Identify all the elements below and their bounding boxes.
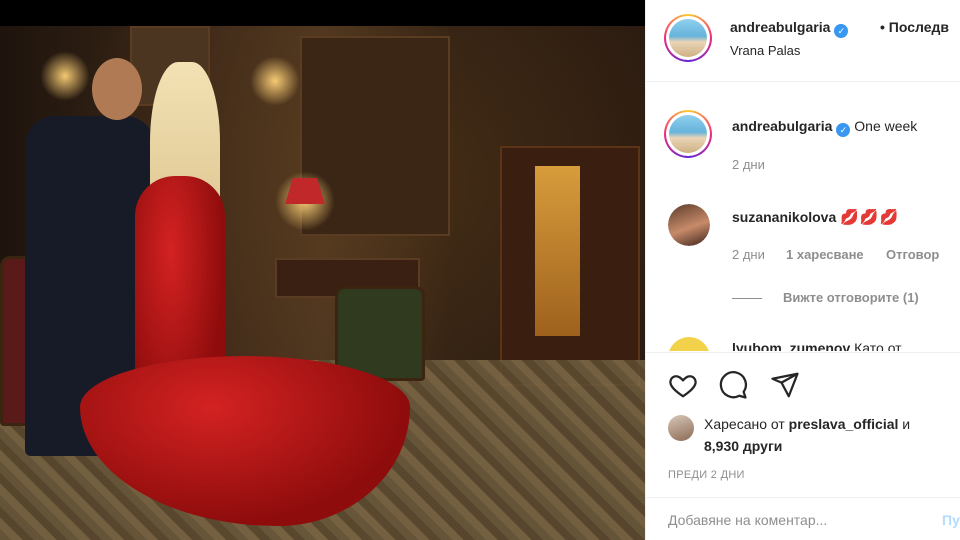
comments-list[interactable]: andreabulgaria ✓ One week 2 дни suzananik…: [646, 83, 960, 351]
caption-author[interactable]: andreabulgaria: [732, 118, 832, 134]
caption-avatar-image: [669, 115, 707, 153]
cabinet-light: [535, 166, 580, 336]
caption: andreabulgaria ✓ One week: [732, 118, 917, 137]
post-actions: Харесано от preslava_official и 8,930 др…: [646, 352, 960, 497]
post-header: andreabulgaria ✓ • Последв Vrana Palas: [646, 0, 960, 82]
post-time[interactable]: ПРЕДИ 2 ДНИ: [668, 469, 745, 481]
post-photo[interactable]: [0, 0, 645, 540]
share-send-icon[interactable]: [770, 370, 800, 400]
verified-badge-icon: ✓: [836, 123, 851, 137]
likes-others[interactable]: 8,930 други: [704, 438, 782, 454]
comment-author[interactable]: lyubom_zumenov: [732, 340, 850, 351]
post-location[interactable]: Vrana Palas: [730, 43, 800, 58]
author-avatar[interactable]: [664, 14, 712, 62]
comment-input[interactable]: [668, 512, 918, 528]
wall-sconce-left: [40, 51, 90, 101]
man-head: [92, 58, 142, 120]
comment-author[interactable]: suzananikolova: [732, 209, 836, 225]
comment-text: Като от: [854, 340, 902, 351]
post-comment-button[interactable]: Пу: [942, 512, 960, 528]
caption-avatar[interactable]: [664, 110, 712, 158]
follow-button[interactable]: • Последв: [880, 19, 949, 35]
comment-text: 💋💋💋: [840, 209, 900, 226]
comment-avatar[interactable]: [668, 337, 710, 351]
caption-text: One week: [854, 118, 918, 134]
author-name[interactable]: andreabulgaria: [730, 19, 830, 35]
likes-summary: Харесано от preslava_official и 8,930 др…: [668, 413, 958, 457]
reply-button[interactable]: Отговор: [886, 247, 939, 262]
comment-avatar[interactable]: [668, 204, 710, 246]
comment-time[interactable]: 2 дни: [732, 247, 765, 262]
post-side-panel: andreabulgaria ✓ • Последв Vrana Palas an…: [645, 0, 960, 540]
comment-item: suzananikolova 💋💋💋: [732, 208, 899, 226]
author-username[interactable]: andreabulgaria ✓: [730, 19, 849, 38]
likes-connector: и: [902, 416, 911, 432]
add-comment-bar: Пу: [646, 497, 960, 540]
likes-prefix: Харесано от: [704, 416, 785, 432]
caption-time[interactable]: 2 дни: [732, 157, 765, 172]
replies-divider: [732, 298, 762, 299]
comment-likes[interactable]: 1 харесване: [786, 247, 864, 262]
author-avatar-image: [669, 19, 707, 57]
comment-item: lyubom_zumenov Като от: [732, 340, 902, 351]
comment-bubble-icon[interactable]: [718, 370, 748, 400]
view-replies-button[interactable]: Вижте отговорите (1): [783, 290, 919, 305]
verified-badge-icon: ✓: [834, 24, 849, 38]
wall-sconce-right: [250, 56, 300, 106]
post-image: [0, 26, 645, 540]
like-heart-icon[interactable]: [668, 370, 698, 400]
liker-username[interactable]: preslava_official: [789, 416, 899, 432]
